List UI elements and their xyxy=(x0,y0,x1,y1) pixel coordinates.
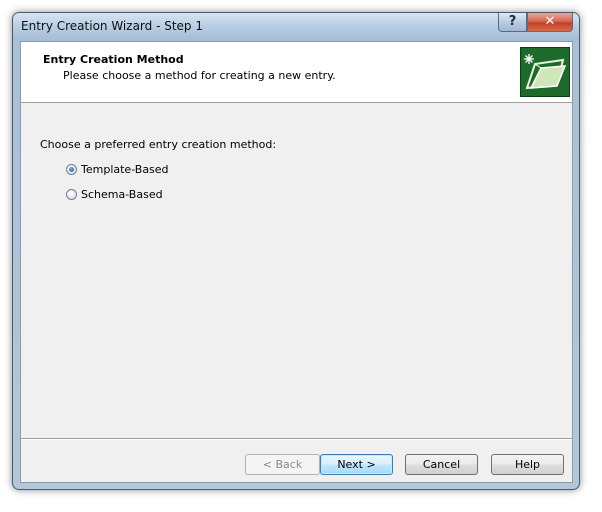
schema-based-label[interactable]: Schema-Based xyxy=(81,188,163,201)
close-icon: ✕ xyxy=(544,14,556,29)
question-mark-icon: ? xyxy=(508,14,517,29)
wizard-header: Entry Creation Method Please choose a me… xyxy=(21,42,572,103)
page-subtitle: Please choose a method for creating a ne… xyxy=(63,69,336,82)
wizard-folder-icon-graphic xyxy=(524,54,567,90)
button-separator xyxy=(21,438,572,440)
wizard-folder-icon xyxy=(520,47,570,97)
next-button[interactable]: Next > xyxy=(320,454,393,475)
page-title: Entry Creation Method xyxy=(43,53,184,66)
cancel-button[interactable]: Cancel xyxy=(405,454,478,475)
option-template-based[interactable]: Template-Based xyxy=(66,161,169,177)
wizard-window: Entry Creation Wizard - Step 1 ? ✕ Entry… xyxy=(12,12,580,490)
back-button[interactable]: < Back xyxy=(245,454,320,475)
help-title-button[interactable]: ? xyxy=(498,13,527,32)
desktop: Entry Creation Wizard - Step 1 ? ✕ Entry… xyxy=(0,0,602,512)
method-prompt: Choose a preferred entry creation method… xyxy=(40,138,277,151)
option-schema-based[interactable]: Schema-Based xyxy=(66,186,163,202)
wizard-client-area: Entry Creation Method Please choose a me… xyxy=(20,41,573,483)
schema-based-radio[interactable] xyxy=(66,188,77,200)
close-button[interactable]: ✕ xyxy=(527,13,573,32)
template-based-label[interactable]: Template-Based xyxy=(81,163,169,176)
window-title: Entry Creation Wizard - Step 1 xyxy=(21,19,203,33)
template-based-radio[interactable] xyxy=(66,163,77,175)
title-bar[interactable]: Entry Creation Wizard - Step 1 ? ✕ xyxy=(13,13,579,41)
help-button[interactable]: Help xyxy=(491,454,564,475)
